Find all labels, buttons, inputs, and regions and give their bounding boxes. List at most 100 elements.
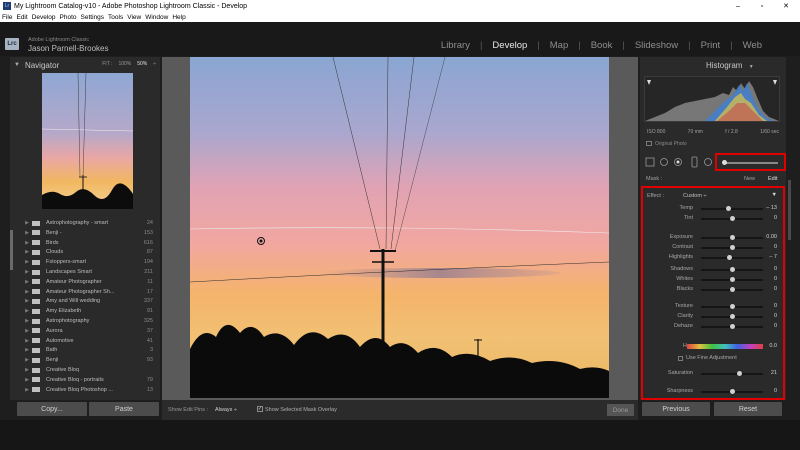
expand-triangle-icon[interactable]: ▶	[22, 387, 32, 393]
slider-knob[interactable]	[729, 216, 735, 221]
expand-triangle-icon[interactable]: ▶	[22, 230, 32, 236]
slider-knob[interactable]	[729, 314, 735, 319]
slider-track[interactable]	[701, 208, 763, 210]
module-print[interactable]: Print	[701, 40, 721, 51]
right-panel-scrollbar[interactable]	[788, 180, 791, 240]
zoom-fit[interactable]: FIT :	[102, 61, 112, 67]
preset-folder-row[interactable]: ▶ Amateur Photographer Sh... 17	[22, 287, 153, 297]
effect-preset-dropdown[interactable]: Custom ÷	[683, 193, 707, 199]
zoom-100[interactable]: 100%	[118, 61, 131, 67]
expand-triangle-icon[interactable]: ▶	[22, 338, 32, 344]
module-map[interactable]: Map	[550, 40, 568, 51]
menu-file[interactable]: File	[2, 14, 12, 21]
module-web[interactable]: Web	[743, 40, 762, 51]
slider-knob[interactable]	[729, 324, 735, 329]
zoom-more[interactable]: ÷	[153, 61, 156, 67]
left-panel-scrollbar[interactable]	[10, 230, 13, 270]
saturation-knob[interactable]	[736, 371, 742, 376]
preset-folder-row[interactable]: ▶ Benji - 153	[22, 228, 153, 238]
preset-folder-row[interactable]: ▶ Amateur Photographer 11	[22, 277, 153, 287]
edit-pins-dropdown[interactable]: Always ÷	[215, 407, 237, 413]
menu-tools[interactable]: Tools	[108, 14, 123, 21]
slider-knob[interactable]	[727, 255, 733, 260]
menu-develop[interactable]: Develop	[32, 14, 56, 21]
preset-folder-row[interactable]: ▶ Fstoppers-smart 194	[22, 257, 153, 267]
preset-folder-row[interactable]: ▶ Landscapes Smart 211	[22, 267, 153, 277]
module-book[interactable]: Book	[591, 40, 613, 51]
collapse-triangle-icon[interactable]: ▼	[14, 62, 20, 68]
expand-triangle-icon[interactable]: ▶	[22, 249, 32, 255]
amount-slider-knob[interactable]	[722, 160, 727, 165]
slider-knob[interactable]	[729, 235, 735, 240]
menu-window[interactable]: Window	[145, 14, 168, 21]
expand-triangle-icon[interactable]: ▶	[22, 220, 32, 226]
preset-folder-row[interactable]: ▶ Creative Bloq	[22, 365, 153, 375]
hue-slider[interactable]	[687, 344, 763, 349]
copy-button[interactable]: Copy...	[17, 402, 87, 416]
fine-adjust-checkbox[interactable]	[678, 356, 683, 361]
expand-triangle-icon[interactable]: ▶	[22, 328, 32, 334]
expand-triangle-icon[interactable]: ▶	[22, 308, 32, 314]
menu-settings[interactable]: Settings	[81, 14, 105, 21]
maximize-button[interactable]: ▫	[750, 0, 774, 12]
effect-collapse-icon[interactable]: ▼	[772, 192, 777, 198]
preset-folder-row[interactable]: ▶ Benji 93	[22, 355, 153, 365]
mask-edit-button[interactable]: Edit	[768, 176, 777, 182]
expand-triangle-icon[interactable]: ▶	[22, 240, 32, 246]
expand-triangle-icon[interactable]: ▶	[22, 259, 32, 265]
expand-triangle-icon[interactable]: ▶	[22, 377, 32, 383]
menu-edit[interactable]: Edit	[16, 14, 27, 21]
histogram[interactable]	[644, 76, 780, 122]
paste-button[interactable]: Paste	[89, 402, 159, 416]
preset-folder-row[interactable]: ▶ Birds 616	[22, 238, 153, 248]
saturation-track[interactable]	[701, 373, 763, 375]
preset-folder-row[interactable]: ▶ Creative Bloq Photoshop ... 13	[22, 385, 153, 395]
slider-knob[interactable]	[729, 245, 735, 250]
menu-help[interactable]: Help	[172, 14, 185, 21]
menu-view[interactable]: View	[127, 14, 141, 21]
navigator-thumbnail[interactable]	[42, 73, 133, 209]
previous-button[interactable]: Previous	[642, 402, 710, 416]
navigator-zoom: FIT : 100% 50% ÷	[102, 61, 156, 67]
preset-folder-row[interactable]: ▶ Amy and Will wedding 337	[22, 296, 153, 306]
preset-folder-row[interactable]: ▶ Astrophotography - smart 24	[22, 218, 153, 228]
expand-triangle-icon[interactable]: ▶	[22, 367, 32, 373]
sharpness-knob[interactable]	[729, 389, 735, 394]
expand-triangle-icon[interactable]: ▶	[22, 357, 32, 363]
done-button[interactable]: Done	[607, 404, 634, 416]
preset-folder-row[interactable]: ▶ Astrophotography 325	[22, 316, 153, 326]
zoom-50[interactable]: 50%	[137, 61, 147, 67]
preset-folder-row[interactable]: ▶ Bath 3	[22, 345, 153, 355]
preset-folder-row[interactable]: ▶ Automotive 41	[22, 336, 153, 346]
close-button[interactable]: ✕	[774, 0, 798, 12]
preset-folder-row[interactable]: ▶ Amy Elizabeth 91	[22, 306, 153, 316]
menu-photo[interactable]: Photo	[60, 14, 77, 21]
highlighted-amount-slider[interactable]	[715, 153, 786, 171]
minimize-button[interactable]: –	[726, 0, 750, 12]
expand-triangle-icon[interactable]: ▶	[22, 269, 32, 275]
mask-overlay-checkbox[interactable]: ✓	[257, 406, 263, 412]
histogram-title[interactable]: Histogram ▼	[706, 61, 754, 70]
slider-knob[interactable]	[729, 277, 735, 282]
module-slideshow[interactable]: Slideshow	[635, 40, 678, 51]
expand-triangle-icon[interactable]: ▶	[22, 318, 32, 324]
preset-folder-row[interactable]: ▶ Creative Bloq - portraits 79	[22, 375, 153, 385]
preset-folder-row[interactable]: ▶ Clouds 87	[22, 247, 153, 257]
slider-knob[interactable]	[729, 304, 735, 309]
mask-new-button[interactable]: New	[744, 176, 755, 182]
slider-knob[interactable]	[729, 287, 735, 292]
slider-knob[interactable]	[726, 206, 732, 211]
preset-folder-count: 337	[143, 298, 153, 305]
module-develop[interactable]: Develop	[492, 40, 527, 51]
main-photo[interactable]	[190, 57, 609, 398]
slider-value: – 7	[769, 254, 777, 260]
collapse-triangle-icon[interactable]: ▼	[749, 64, 754, 70]
expand-triangle-icon[interactable]: ▶	[22, 298, 32, 304]
slider-knob[interactable]	[729, 267, 735, 272]
module-library[interactable]: Library	[441, 40, 470, 51]
expand-triangle-icon[interactable]: ▶	[22, 279, 32, 285]
expand-triangle-icon[interactable]: ▶	[22, 289, 32, 295]
expand-triangle-icon[interactable]: ▶	[22, 347, 32, 353]
preset-folder-row[interactable]: ▶ Aurora 37	[22, 326, 153, 336]
reset-button[interactable]: Reset	[714, 402, 782, 416]
